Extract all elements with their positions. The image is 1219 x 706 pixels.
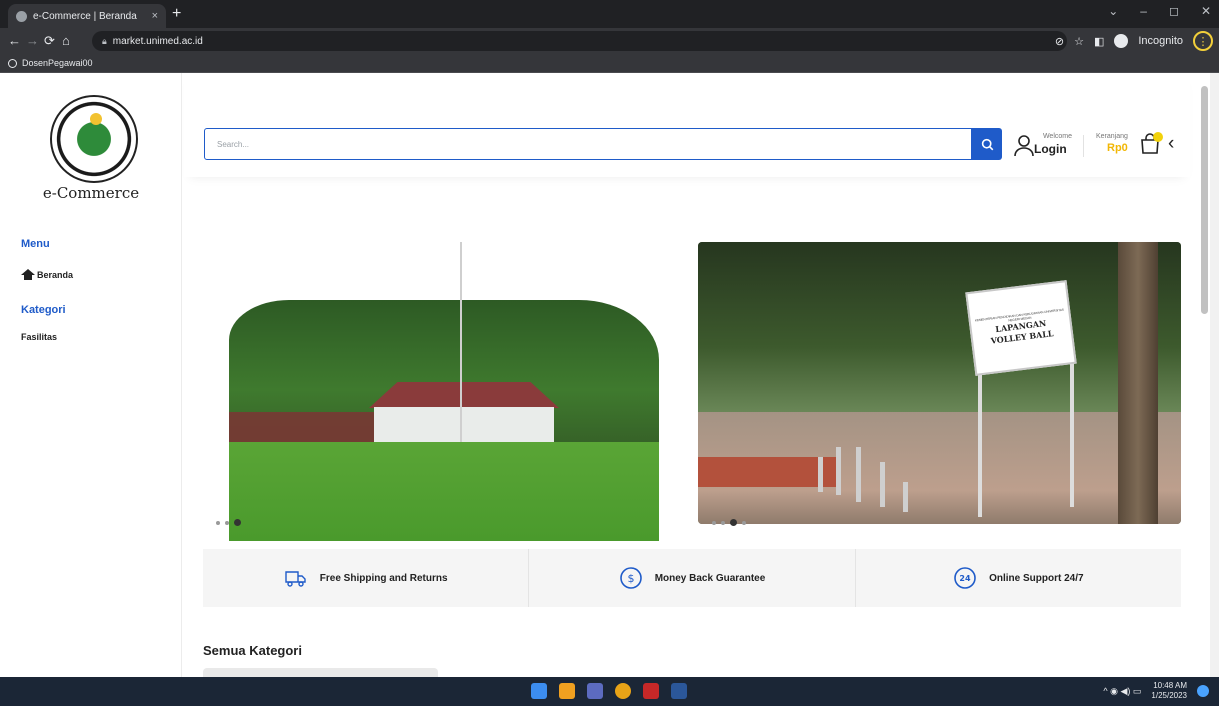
app-icon[interactable] bbox=[587, 683, 603, 699]
bookmark-star-icon[interactable]: ☆ bbox=[1074, 35, 1084, 48]
slider-dot-active[interactable] bbox=[730, 519, 737, 526]
browser-tab-active[interactable]: e-Commerce | Beranda × bbox=[8, 4, 166, 28]
tab-title: e-Commerce | Beranda bbox=[33, 10, 137, 22]
windows-start-icon[interactable] bbox=[531, 683, 547, 699]
clock[interactable]: 10:48 AM 1/25/2023 bbox=[1151, 681, 1187, 701]
site-favicon-icon bbox=[16, 10, 27, 22]
dollar-circle-icon: $ bbox=[619, 567, 642, 589]
os-taskbar: ^ ◉ ◀) ▭ 10:48 AM 1/25/2023 bbox=[0, 677, 1219, 706]
sublime-icon[interactable] bbox=[559, 683, 575, 699]
taskbar-apps bbox=[531, 683, 687, 699]
home-icon bbox=[21, 269, 35, 280]
slider-dot[interactable] bbox=[216, 520, 220, 525]
new-tab-button[interactable]: + bbox=[172, 5, 181, 23]
tab-close-icon[interactable]: × bbox=[152, 10, 158, 22]
forward-icon[interactable]: → bbox=[26, 33, 39, 48]
feature-money-back: $ Money Back Guarantee bbox=[529, 549, 856, 607]
category-heading: Kategori bbox=[21, 304, 66, 316]
slider-image-volleyball[interactable]: KEMENTERIAN PENDIDIKAN DAN KEBUDAYAAN UN… bbox=[698, 242, 1181, 524]
back-icon[interactable]: ← bbox=[8, 33, 21, 48]
cart-badge bbox=[1153, 132, 1163, 142]
browser-tab-bar: e-Commerce | Beranda × + ⌄ – ◻ ✕ bbox=[0, 0, 1219, 28]
sidebar: e-Commerce Menu Beranda Kategori Fasilit… bbox=[0, 73, 182, 677]
reload-icon[interactable]: ⟳ bbox=[44, 33, 55, 49]
address-bar[interactable]: 🔒︎ market.unimed.ac.id bbox=[92, 31, 1067, 51]
slider-image-building[interactable] bbox=[229, 242, 659, 541]
slider-dot[interactable] bbox=[721, 520, 725, 525]
cart-total: Rp0 bbox=[1107, 142, 1128, 154]
cart-label: Keranjang bbox=[1096, 133, 1128, 140]
system-tray: ^ ◉ ◀) ▭ 10:48 AM 1/25/2023 bbox=[1103, 681, 1209, 701]
truck-icon bbox=[285, 571, 306, 587]
logo-sun-icon bbox=[90, 113, 102, 125]
clock-time: 10:48 AM bbox=[1153, 681, 1187, 690]
feature-support: 24 Online Support 24/7 bbox=[856, 549, 1181, 607]
slider-dot[interactable] bbox=[742, 520, 746, 525]
slider-dot[interactable] bbox=[225, 520, 229, 525]
welcome-text: Welcome bbox=[1042, 133, 1072, 140]
features-strip: Free Shipping and Returns $ Money Back G… bbox=[203, 549, 1181, 607]
logo-title: e-Commerce bbox=[42, 184, 140, 202]
chevron-left-icon[interactable]: ‹ bbox=[1168, 133, 1174, 155]
incognito-label: Incognito bbox=[1138, 35, 1183, 47]
close-window-button[interactable]: ✕ bbox=[1201, 4, 1211, 18]
chrome-icon[interactable] bbox=[615, 683, 631, 699]
notification-icon[interactable] bbox=[1197, 685, 1209, 697]
site-header: Search... Welcome Login Keranjang Rp0 ‹ bbox=[184, 73, 1190, 177]
globe-icon bbox=[8, 58, 17, 68]
home-button-icon[interactable]: ⌂ bbox=[62, 33, 70, 48]
tray-icons[interactable]: ^ ◉ ◀) ▭ bbox=[1103, 686, 1141, 697]
slider-dots bbox=[712, 519, 746, 526]
sidebar-item-label: Fasilitas bbox=[21, 332, 58, 342]
svg-text:24: 24 bbox=[960, 574, 972, 583]
filezilla-icon[interactable] bbox=[643, 683, 659, 699]
support-24-icon: 24 bbox=[954, 567, 976, 589]
category-card[interactable] bbox=[203, 668, 438, 677]
sidebar-item-fasilitas[interactable]: Fasilitas bbox=[21, 332, 57, 342]
lock-icon: 🔒︎ bbox=[102, 35, 107, 46]
unimed-logo[interactable] bbox=[50, 95, 138, 183]
section-title: Semua Kategori bbox=[203, 643, 302, 658]
page-scrollbar[interactable] bbox=[1210, 73, 1219, 677]
minimize-button[interactable]: – bbox=[1140, 4, 1147, 18]
login-link[interactable]: Login bbox=[1034, 142, 1067, 156]
feature-shipping: Free Shipping and Returns bbox=[203, 549, 530, 607]
search-input[interactable]: Search... bbox=[204, 128, 972, 160]
search-button[interactable] bbox=[972, 128, 1002, 160]
user-icon[interactable] bbox=[1012, 133, 1036, 157]
clock-date: 1/25/2023 bbox=[1151, 691, 1187, 700]
browser-menu-icon[interactable]: ⋮ bbox=[1193, 31, 1213, 51]
slider-dots bbox=[216, 519, 241, 526]
scrollbar-thumb[interactable] bbox=[1201, 86, 1208, 314]
incognito-icon bbox=[1114, 34, 1129, 48]
web-page: e-Commerce Menu Beranda Kategori Fasilit… bbox=[0, 73, 1210, 677]
menu-heading: Menu bbox=[21, 238, 50, 250]
word-icon[interactable] bbox=[671, 683, 687, 699]
url-text: market.unimed.ac.id bbox=[112, 35, 203, 47]
side-panel-icon[interactable]: ◧ bbox=[1094, 35, 1104, 48]
tab-search-icon[interactable]: ⌄ bbox=[1108, 4, 1118, 18]
bookmarks-bar: DosenPegawai00 bbox=[0, 54, 1219, 73]
feature-label: Free Shipping and Returns bbox=[319, 572, 448, 584]
volleyball-court-sign: KEMENTERIAN PENDIDIKAN DAN KEBUDAYAAN UN… bbox=[965, 280, 1077, 376]
window-controls: ⌄ – ◻ ✕ bbox=[1108, 4, 1211, 18]
sidebar-item-label: Beranda bbox=[37, 269, 74, 280]
header-divider bbox=[1083, 135, 1084, 157]
browser-actions: ⊘ ☆ ◧ Incognito ⋮ bbox=[1055, 31, 1213, 51]
slider-dot-active[interactable] bbox=[234, 519, 241, 526]
sidebar-item-beranda[interactable]: Beranda bbox=[21, 269, 73, 280]
bookmark-item[interactable]: DosenPegawai00 bbox=[22, 58, 93, 68]
feature-label: Online Support 24/7 bbox=[989, 572, 1084, 584]
tracking-protection-icon[interactable]: ⊘ bbox=[1055, 35, 1064, 48]
svg-text:$: $ bbox=[627, 572, 634, 585]
feature-label: Money Back Guarantee bbox=[654, 572, 766, 584]
search-icon bbox=[981, 138, 993, 150]
maximize-button[interactable]: ◻ bbox=[1169, 4, 1179, 18]
slider-dot[interactable] bbox=[712, 520, 716, 525]
address-toolbar: ← → ⟳ ⌂ 🔒︎ market.unimed.ac.id ⊘ ☆ ◧ Inc… bbox=[0, 28, 1219, 54]
